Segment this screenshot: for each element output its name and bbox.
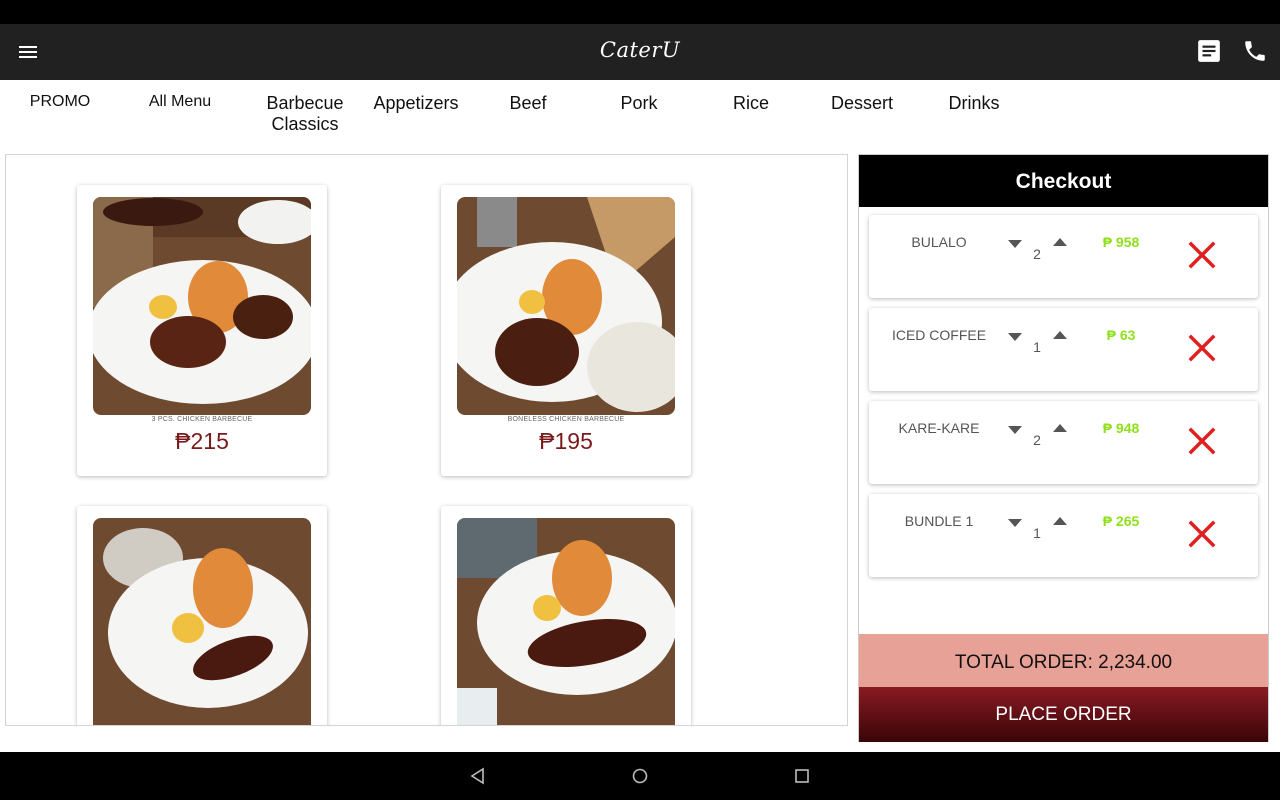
tab-beef[interactable]: Beef <box>473 93 583 114</box>
cart-item-qty: 1 <box>1033 339 1041 355</box>
place-order-button[interactable]: PLACE ORDER <box>859 687 1268 742</box>
cart-item: BUNDLE 1 1 ₱ 265 <box>869 494 1258 577</box>
remove-item-icon[interactable] <box>1187 240 1217 270</box>
cart-item-name: BUNDLE 1 <box>904 513 974 529</box>
tab-pork[interactable]: Pork <box>584 93 694 114</box>
system-navigation-bar <box>0 752 1280 800</box>
menu-item-price: ₱195 <box>539 428 593 454</box>
cart-item-price: ₱ 63 <box>1106 327 1136 343</box>
food-photo <box>457 518 675 725</box>
menu-card[interactable] <box>441 506 691 725</box>
cart-item: ICED COFFEE 1 ₱ 63 <box>869 308 1258 391</box>
checkout-panel: Checkout BULALO 2 ₱ 958 ICED COFFEE 1 ₱ … <box>858 154 1269 742</box>
remove-item-icon[interactable] <box>1187 519 1217 549</box>
tab-all-menu[interactable]: All Menu <box>125 91 235 112</box>
cart-item-qty: 1 <box>1033 525 1041 541</box>
checkout-title: Checkout <box>859 155 1268 207</box>
system-status-bar <box>0 0 1280 24</box>
phone-icon[interactable] <box>1242 38 1268 64</box>
cart-item-price: ₱ 948 <box>1102 420 1140 436</box>
decrease-qty-icon[interactable] <box>1006 423 1024 435</box>
receipt-icon[interactable] <box>1196 38 1222 64</box>
cart-item-qty: 2 <box>1033 432 1041 448</box>
increase-qty-icon[interactable] <box>1051 421 1069 433</box>
home-icon[interactable] <box>630 766 650 786</box>
food-photo <box>93 197 311 415</box>
tab-dessert[interactable]: Dessert <box>807 93 917 114</box>
remove-item-icon[interactable] <box>1187 426 1217 456</box>
decrease-qty-icon[interactable] <box>1006 330 1024 342</box>
app-bar: CaterU <box>0 24 1280 80</box>
cart-item-name: BULALO <box>911 234 967 250</box>
menu-item-price: ₱215 <box>175 428 229 454</box>
decrease-qty-icon[interactable] <box>1006 516 1024 528</box>
category-tabs: PROMO All Menu Barbecue Classics Appetiz… <box>0 80 1280 152</box>
cart-item: KARE-KARE 2 ₱ 948 <box>869 401 1258 484</box>
cart-item-name: KARE-KARE <box>898 420 980 436</box>
cart-item-price: ₱ 265 <box>1102 513 1140 529</box>
menu-item-name: BONELESS CHICKEN BARBECUE <box>507 416 625 423</box>
menu-item-name: 3 PCS. CHICKEN BARBECUE <box>151 416 253 423</box>
menu-grid: 3 PCS. CHICKEN BARBECUE ₱215 BONELESS CH… <box>5 154 848 726</box>
back-icon[interactable] <box>468 766 488 786</box>
hamburger-menu-icon[interactable] <box>16 40 40 64</box>
cart-item: BULALO 2 ₱ 958 <box>869 215 1258 298</box>
menu-card[interactable]: 3 PCS. CHICKEN BARBECUE ₱215 <box>77 185 327 476</box>
remove-item-icon[interactable] <box>1187 333 1217 363</box>
menu-card[interactable] <box>77 506 327 725</box>
cart-item-qty: 2 <box>1033 246 1041 262</box>
food-photo <box>457 197 675 415</box>
tab-drinks[interactable]: Drinks <box>919 93 1029 114</box>
menu-card[interactable]: BONELESS CHICKEN BARBECUE ₱195 <box>441 185 691 476</box>
increase-qty-icon[interactable] <box>1051 514 1069 526</box>
total-order: TOTAL ORDER: 2,234.00 <box>859 634 1268 687</box>
tab-rice[interactable]: Rice <box>696 93 806 114</box>
recents-icon[interactable] <box>792 766 812 786</box>
tab-appetizers[interactable]: Appetizers <box>361 93 471 114</box>
tab-barbecue-classics[interactable]: Barbecue Classics <box>250 93 360 135</box>
decrease-qty-icon[interactable] <box>1006 237 1024 249</box>
app-logo: CaterU <box>599 38 681 62</box>
increase-qty-icon[interactable] <box>1051 328 1069 340</box>
tab-promo[interactable]: PROMO <box>5 91 115 112</box>
food-photo <box>93 518 311 725</box>
increase-qty-icon[interactable] <box>1051 235 1069 247</box>
cart-item-name: ICED COFFEE <box>891 327 987 343</box>
cart-item-price: ₱ 958 <box>1102 234 1140 250</box>
